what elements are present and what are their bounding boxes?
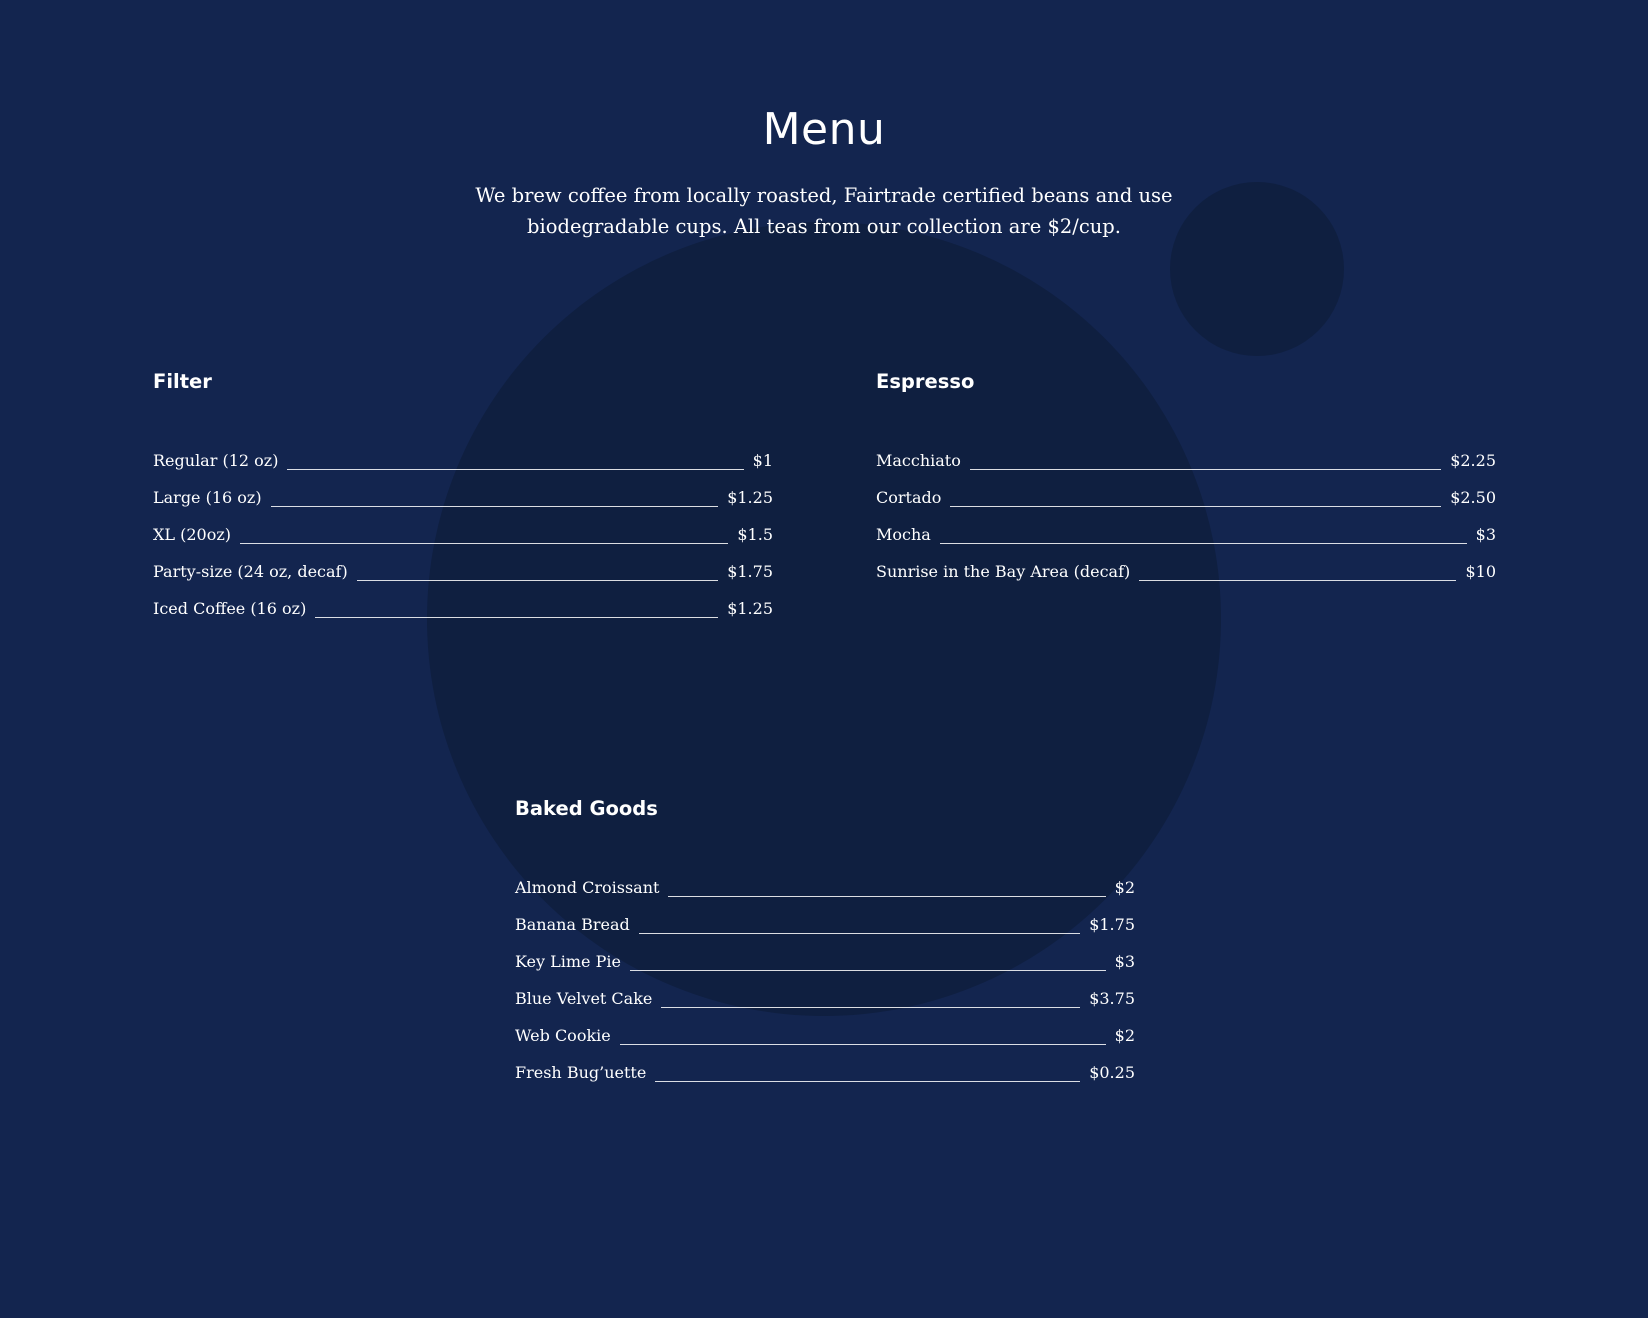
item-price: $1.5 xyxy=(737,525,773,544)
item-name: Large (16 oz) xyxy=(153,488,262,507)
menu-item: Large (16 oz) $1.25 xyxy=(153,476,773,513)
menu-list: Macchiato $2.25 Cortado $2.50 Mocha $3 S… xyxy=(876,439,1496,587)
background-circle-small xyxy=(1170,182,1344,356)
item-price: $3 xyxy=(1475,525,1496,544)
item-price: $2 xyxy=(1114,878,1135,897)
leader-line xyxy=(315,617,719,618)
item-name: Banana Bread xyxy=(515,915,630,934)
section-heading: Filter xyxy=(153,370,212,393)
item-name: Key Lime Pie xyxy=(515,952,621,971)
item-price: $3 xyxy=(1114,952,1135,971)
item-name: Mocha xyxy=(876,525,931,544)
item-price: $2.25 xyxy=(1450,451,1496,470)
page-title: Menu xyxy=(762,104,886,155)
leader-line xyxy=(619,1044,1106,1045)
item-name: Regular (12 oz) xyxy=(153,451,279,470)
item-name: Cortado xyxy=(876,488,942,507)
leader-line xyxy=(270,506,719,507)
item-price: $1.75 xyxy=(1089,915,1135,934)
item-name: Sunrise in the Bay Area (decaf) xyxy=(876,562,1131,581)
menu-item: Web Cookie $2 xyxy=(515,1014,1135,1051)
item-name: Web Cookie xyxy=(515,1026,611,1045)
menu-item: Cortado $2.50 xyxy=(876,476,1496,513)
item-name: Blue Velvet Cake xyxy=(515,989,653,1008)
leader-line xyxy=(356,580,719,581)
menu-item: XL (20oz) $1.5 xyxy=(153,513,773,550)
item-price: $10 xyxy=(1465,562,1496,581)
section-heading: Espresso xyxy=(876,370,975,393)
menu-item: Regular (12 oz) $1 xyxy=(153,439,773,476)
leader-line xyxy=(629,970,1106,971)
item-name: Fresh Bug’uette xyxy=(515,1063,647,1082)
item-price: $2 xyxy=(1114,1026,1135,1045)
item-price: $1 xyxy=(752,451,773,470)
section-filter: Filter Regular (12 oz) $1 Large (16 oz) … xyxy=(153,365,773,624)
item-name: XL (20oz) xyxy=(153,525,232,544)
menu-item: Fresh Bug’uette $0.25 xyxy=(515,1051,1135,1088)
leader-line xyxy=(240,543,729,544)
menu-item: Party-size (24 oz, decaf) $1.75 xyxy=(153,550,773,587)
menu-item: Almond Croissant $2 xyxy=(515,866,1135,903)
item-price: $1.75 xyxy=(727,562,773,581)
section-espresso: Espresso Macchiato $2.25 Cortado $2.50 M… xyxy=(876,365,1496,587)
item-price: $2.50 xyxy=(1450,488,1496,507)
menu-item: Iced Coffee (16 oz) $1.25 xyxy=(153,587,773,624)
menu-list: Regular (12 oz) $1 Large (16 oz) $1.25 X… xyxy=(153,439,773,624)
menu-item: Sunrise in the Bay Area (decaf) $10 xyxy=(876,550,1496,587)
leader-line xyxy=(287,469,744,470)
item-name: Party-size (24 oz, decaf) xyxy=(153,562,348,581)
item-price: $0.25 xyxy=(1089,1063,1135,1082)
menu-item: Key Lime Pie $3 xyxy=(515,940,1135,977)
item-name: Iced Coffee (16 oz) xyxy=(153,599,307,618)
leader-line xyxy=(668,896,1106,897)
menu-item: Macchiato $2.25 xyxy=(876,439,1496,476)
item-price: $1.25 xyxy=(727,599,773,618)
section-heading: Baked Goods xyxy=(515,797,658,820)
menu-item: Mocha $3 xyxy=(876,513,1496,550)
item-price: $3.75 xyxy=(1089,989,1135,1008)
leader-line xyxy=(661,1007,1081,1008)
item-price: $1.25 xyxy=(727,488,773,507)
leader-line xyxy=(939,543,1467,544)
leader-line xyxy=(969,469,1442,470)
menu-item: Blue Velvet Cake $3.75 xyxy=(515,977,1135,1014)
item-name: Macchiato xyxy=(876,451,961,470)
item-name: Almond Croissant xyxy=(515,878,660,897)
leader-line xyxy=(655,1081,1081,1082)
leader-line xyxy=(950,506,1442,507)
intro-text: We brew coffee from locally roasted, Fai… xyxy=(475,184,1173,238)
leader-line xyxy=(638,933,1081,934)
menu-list: Almond Croissant $2 Banana Bread $1.75 K… xyxy=(515,866,1135,1088)
leader-line xyxy=(1139,580,1457,581)
menu-item: Banana Bread $1.75 xyxy=(515,903,1135,940)
section-baked-goods: Baked Goods Almond Croissant $2 Banana B… xyxy=(515,792,1135,1088)
